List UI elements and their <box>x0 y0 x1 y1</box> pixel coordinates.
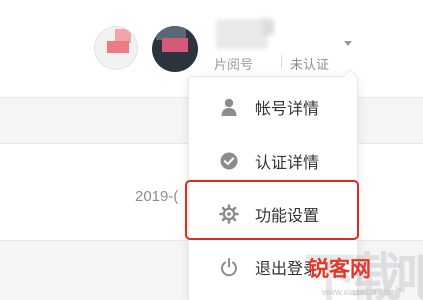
verified-check-icon <box>219 151 239 171</box>
auth-status-label: 未认证 <box>290 57 330 72</box>
account-avatar[interactable] <box>152 26 198 72</box>
menu-item-label: 退出登录 <box>255 261 311 278</box>
account-name-blurred <box>216 19 268 49</box>
page: 片阅号 未认证 2019-( 帐号详情 认证详情 功能设置 退出登 下载吧 锐客… <box>0 0 423 300</box>
chevron-down-icon[interactable] <box>344 41 352 46</box>
menu-item-verification-details[interactable]: 认证详情 <box>189 133 359 187</box>
user-icon <box>219 97 239 117</box>
menu-item-label: 认证详情 <box>255 155 320 172</box>
avatar-mosaic <box>162 38 188 52</box>
watermark-url: www.xiazaiba.com <box>322 287 397 297</box>
divider <box>281 55 282 69</box>
menu-item-label: 帐号详情 <box>255 101 320 118</box>
avatar[interactable] <box>94 26 138 70</box>
menu-item-account-details[interactable]: 帐号详情 <box>189 79 359 133</box>
account-name-blurred <box>262 19 274 35</box>
date-cell: 2019-( <box>135 188 179 205</box>
watermark-brand: 锐客网 <box>308 258 371 281</box>
power-icon <box>219 257 239 277</box>
watermark: 下载吧 锐客网 www.xiazaiba.com <box>304 236 423 300</box>
avatar-mosaic <box>107 41 129 53</box>
account-type-label: 片阅号 <box>214 57 254 72</box>
highlight-box <box>185 180 359 240</box>
